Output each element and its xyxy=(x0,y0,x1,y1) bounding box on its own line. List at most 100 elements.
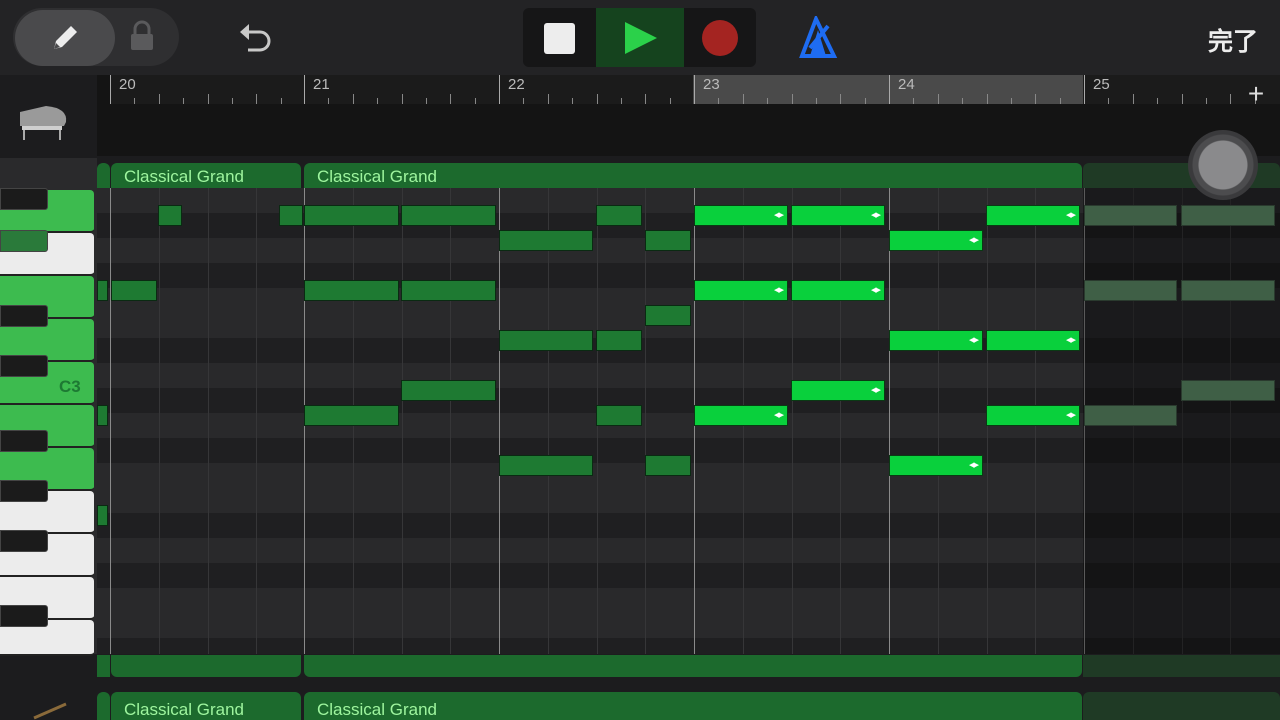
resize-handle-icon[interactable]: ◂▸ xyxy=(969,333,979,346)
note-selected[interactable]: ◂▸ xyxy=(889,330,983,351)
ruler-tick xyxy=(742,94,744,104)
note[interactable] xyxy=(645,305,691,326)
record-icon xyxy=(702,20,738,56)
resize-handle-icon[interactable]: ◂▸ xyxy=(969,458,979,471)
note-selected[interactable]: ◂▸ xyxy=(986,205,1080,226)
next-region[interactable]: Classical Grand xyxy=(304,692,1082,720)
metronome-button[interactable] xyxy=(796,13,840,60)
black-key[interactable] xyxy=(0,605,48,627)
beat-line xyxy=(791,188,793,654)
note[interactable] xyxy=(401,280,496,301)
ruler-tick xyxy=(401,94,403,104)
ruler-tick xyxy=(256,94,258,104)
next-region-edge xyxy=(97,692,110,720)
note-selected[interactable]: ◂▸ xyxy=(694,280,788,301)
note[interactable] xyxy=(304,405,399,426)
region-footer[interactable] xyxy=(111,655,301,677)
note-selected[interactable]: ◂▸ xyxy=(889,455,983,476)
note[interactable] xyxy=(645,455,691,476)
pencil-button[interactable] xyxy=(15,10,115,66)
black-key[interactable] xyxy=(0,530,48,552)
timeline-ruler[interactable]: 20 21 22 23 24 25 xyxy=(97,75,1280,156)
scroll-knob[interactable] xyxy=(1188,130,1258,200)
note[interactable] xyxy=(596,405,642,426)
note[interactable] xyxy=(111,280,157,301)
add-button[interactable]: + xyxy=(1243,78,1269,110)
piano-keyboard[interactable] xyxy=(0,158,97,656)
black-key[interactable] xyxy=(0,355,48,377)
done-button[interactable]: 完了 xyxy=(1208,22,1258,58)
resize-handle-icon[interactable]: ◂▸ xyxy=(1066,333,1076,346)
note-selected[interactable]: ◂▸ xyxy=(889,230,983,251)
note[interactable] xyxy=(1181,380,1275,401)
metronome-icon xyxy=(799,13,838,58)
note[interactable] xyxy=(1181,205,1275,226)
note[interactable] xyxy=(304,280,399,301)
resize-handle-icon[interactable]: ◂▸ xyxy=(774,208,784,221)
play-button[interactable] xyxy=(596,8,684,67)
ruler-tick xyxy=(1132,94,1134,104)
note[interactable] xyxy=(499,330,593,351)
region-footer[interactable] xyxy=(304,655,1082,677)
note-selected[interactable]: ◂▸ xyxy=(791,205,885,226)
note[interactable] xyxy=(499,230,593,251)
resize-handle-icon[interactable]: ◂▸ xyxy=(871,283,881,296)
black-key[interactable] xyxy=(0,188,48,210)
note[interactable] xyxy=(401,380,496,401)
note[interactable] xyxy=(1084,205,1177,226)
region-header[interactable]: Classical Grand xyxy=(111,163,301,188)
piano-roll-grid[interactable]: ◂▸ ◂▸ ◂▸ ◂▸ ◂▸ ◂▸ ◂▸ ◂▸ ◂▸ ◂▸ ◂▸ ◂▸ xyxy=(97,188,1280,654)
ruler-tick xyxy=(1230,94,1232,104)
resize-handle-icon[interactable]: ◂▸ xyxy=(969,233,979,246)
ruler-tick xyxy=(1035,94,1037,104)
note-selected[interactable]: ◂▸ xyxy=(791,380,885,401)
note-selected[interactable]: ◂▸ xyxy=(986,405,1080,426)
region-header[interactable]: Classical Grand xyxy=(304,163,1082,188)
note-selected[interactable]: ◂▸ xyxy=(791,280,885,301)
resize-handle-icon[interactable]: ◂▸ xyxy=(1066,408,1076,421)
stop-button[interactable] xyxy=(524,8,596,67)
ruler-tick xyxy=(669,98,671,104)
note[interactable] xyxy=(97,280,108,301)
note[interactable] xyxy=(401,205,496,226)
next-region-label: Classical Grand xyxy=(317,700,437,719)
note[interactable] xyxy=(304,205,399,226)
note[interactable] xyxy=(97,505,108,526)
note[interactable] xyxy=(1084,280,1177,301)
black-key[interactable] xyxy=(0,305,48,327)
next-region[interactable]: Classical Grand xyxy=(111,692,301,720)
undo-button[interactable] xyxy=(236,18,276,58)
note[interactable] xyxy=(97,405,108,426)
note[interactable] xyxy=(1084,405,1177,426)
ruler-lead xyxy=(97,75,110,156)
note-selected[interactable]: ◂▸ xyxy=(694,405,788,426)
note[interactable] xyxy=(158,205,182,226)
black-key[interactable] xyxy=(0,430,48,452)
lock-button[interactable] xyxy=(128,20,156,52)
resize-handle-icon[interactable]: ◂▸ xyxy=(774,408,784,421)
resize-handle-icon[interactable]: ◂▸ xyxy=(1066,208,1076,221)
record-button[interactable] xyxy=(684,8,756,67)
ruler-tick xyxy=(913,98,915,104)
beat-line xyxy=(937,188,939,654)
black-key[interactable] xyxy=(0,230,48,252)
region-edge xyxy=(97,163,110,188)
c3-label: C3 xyxy=(59,377,81,396)
resize-handle-icon[interactable]: ◂▸ xyxy=(871,208,881,221)
ruler-tick xyxy=(377,98,379,104)
black-key[interactable] xyxy=(0,480,48,502)
note[interactable] xyxy=(596,330,642,351)
beat-line xyxy=(158,188,160,654)
note[interactable] xyxy=(499,455,593,476)
beat-line xyxy=(207,188,209,654)
note[interactable] xyxy=(279,205,303,226)
note[interactable] xyxy=(1181,280,1275,301)
note[interactable] xyxy=(645,230,691,251)
note[interactable] xyxy=(596,205,642,226)
note-selected[interactable]: ◂▸ xyxy=(986,330,1080,351)
cycle-region[interactable] xyxy=(693,75,1083,104)
resize-handle-icon[interactable]: ◂▸ xyxy=(871,383,881,396)
resize-handle-icon[interactable]: ◂▸ xyxy=(774,283,784,296)
ruler-tick xyxy=(450,94,452,104)
note-selected[interactable]: ◂▸ xyxy=(694,205,788,226)
